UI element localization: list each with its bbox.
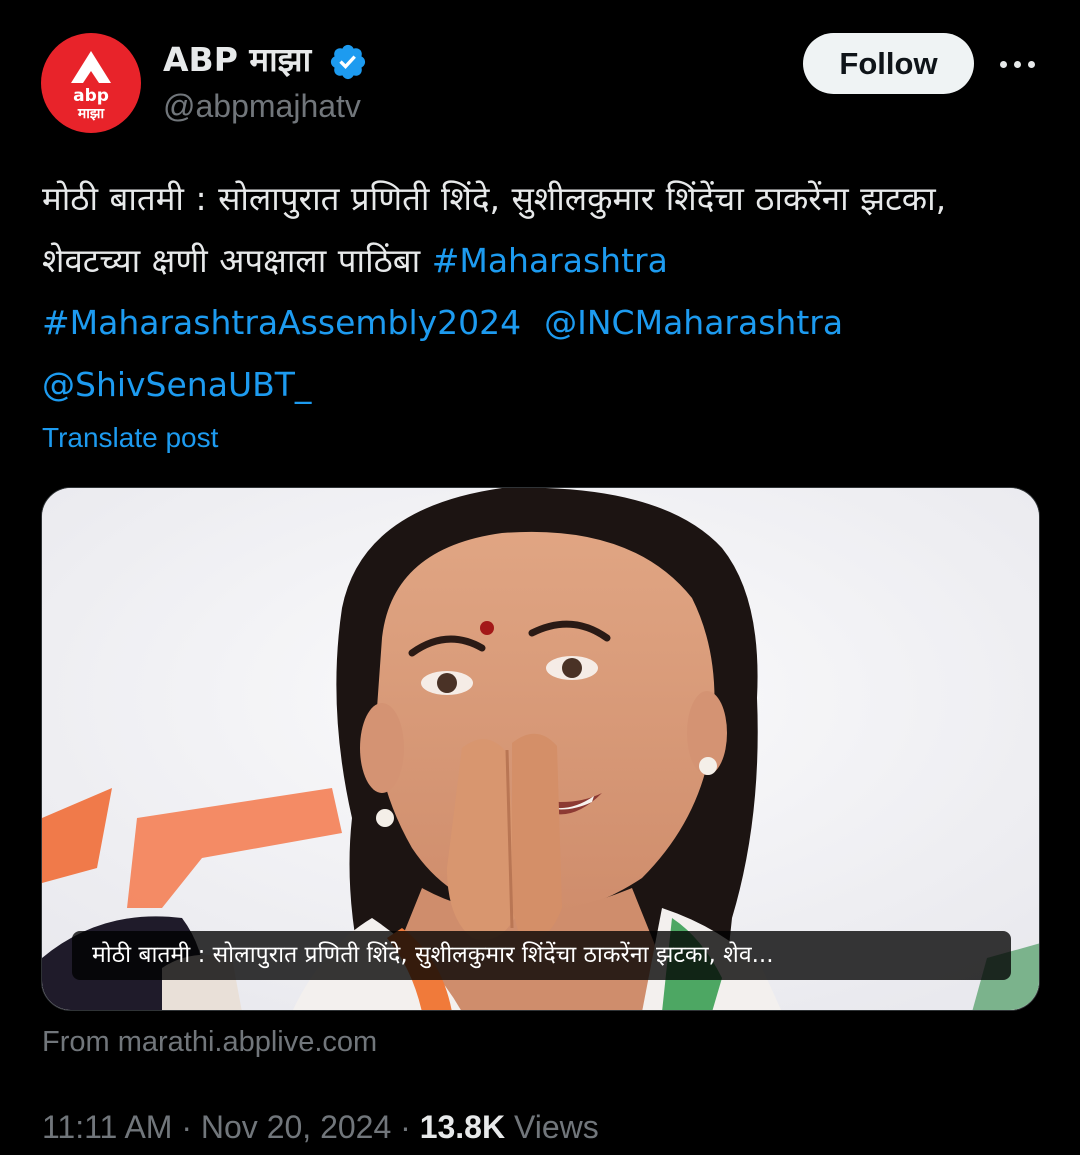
verified-badge-icon (330, 44, 366, 80)
more-options-icon[interactable] (996, 44, 1040, 84)
display-name[interactable]: ABP माझा (163, 40, 311, 80)
follow-button[interactable]: Follow (803, 33, 974, 94)
link-preview-card[interactable]: मोठी बातमी : सोलापुरात प्रणिती शिंदे, सु… (41, 487, 1040, 1011)
hashtag-link[interactable]: #MaharashtraAssembly2024 (42, 303, 521, 342)
translate-post-link[interactable]: Translate post (42, 418, 218, 458)
more-dot (1014, 61, 1021, 68)
meta-separator: · (181, 1109, 192, 1145)
tweet-meta: 11:11 AM · Nov 20, 2024 · 13.8K Views (42, 1106, 599, 1148)
more-dot (1028, 61, 1035, 68)
user-handle[interactable]: @abpmajhatv (163, 86, 361, 126)
tweet-text: मोठी बातमी : सोलापुरात प्रणिती शिंदे, सु… (42, 168, 1042, 416)
more-dot (1000, 61, 1007, 68)
views-label: Views (513, 1109, 599, 1145)
avatar-text-top: abp (73, 86, 109, 106)
abp-logo-notch (83, 71, 99, 83)
mention-link[interactable]: @INCMaharashtra (544, 303, 843, 342)
avatar[interactable]: abp माझा (41, 33, 141, 133)
avatar-text-bottom: माझा (77, 106, 105, 122)
card-source[interactable]: From marathi.abplive.com (42, 1022, 377, 1062)
views-count: 13.8K (419, 1109, 506, 1145)
tweet-header: abp माझा ABP माझा @abpmajhatv Follow (0, 0, 1080, 150)
hashtag-link[interactable]: #Maharashtra (432, 241, 668, 280)
mention-link[interactable]: @ShivSenaUBT_ (42, 365, 311, 404)
tweet-date[interactable]: Nov 20, 2024 (201, 1109, 391, 1145)
card-caption: मोठी बातमी : सोलापुरात प्रणिती शिंदे, सु… (72, 931, 1011, 980)
tweet-time[interactable]: 11:11 AM (42, 1109, 172, 1145)
meta-separator: · (400, 1109, 411, 1145)
